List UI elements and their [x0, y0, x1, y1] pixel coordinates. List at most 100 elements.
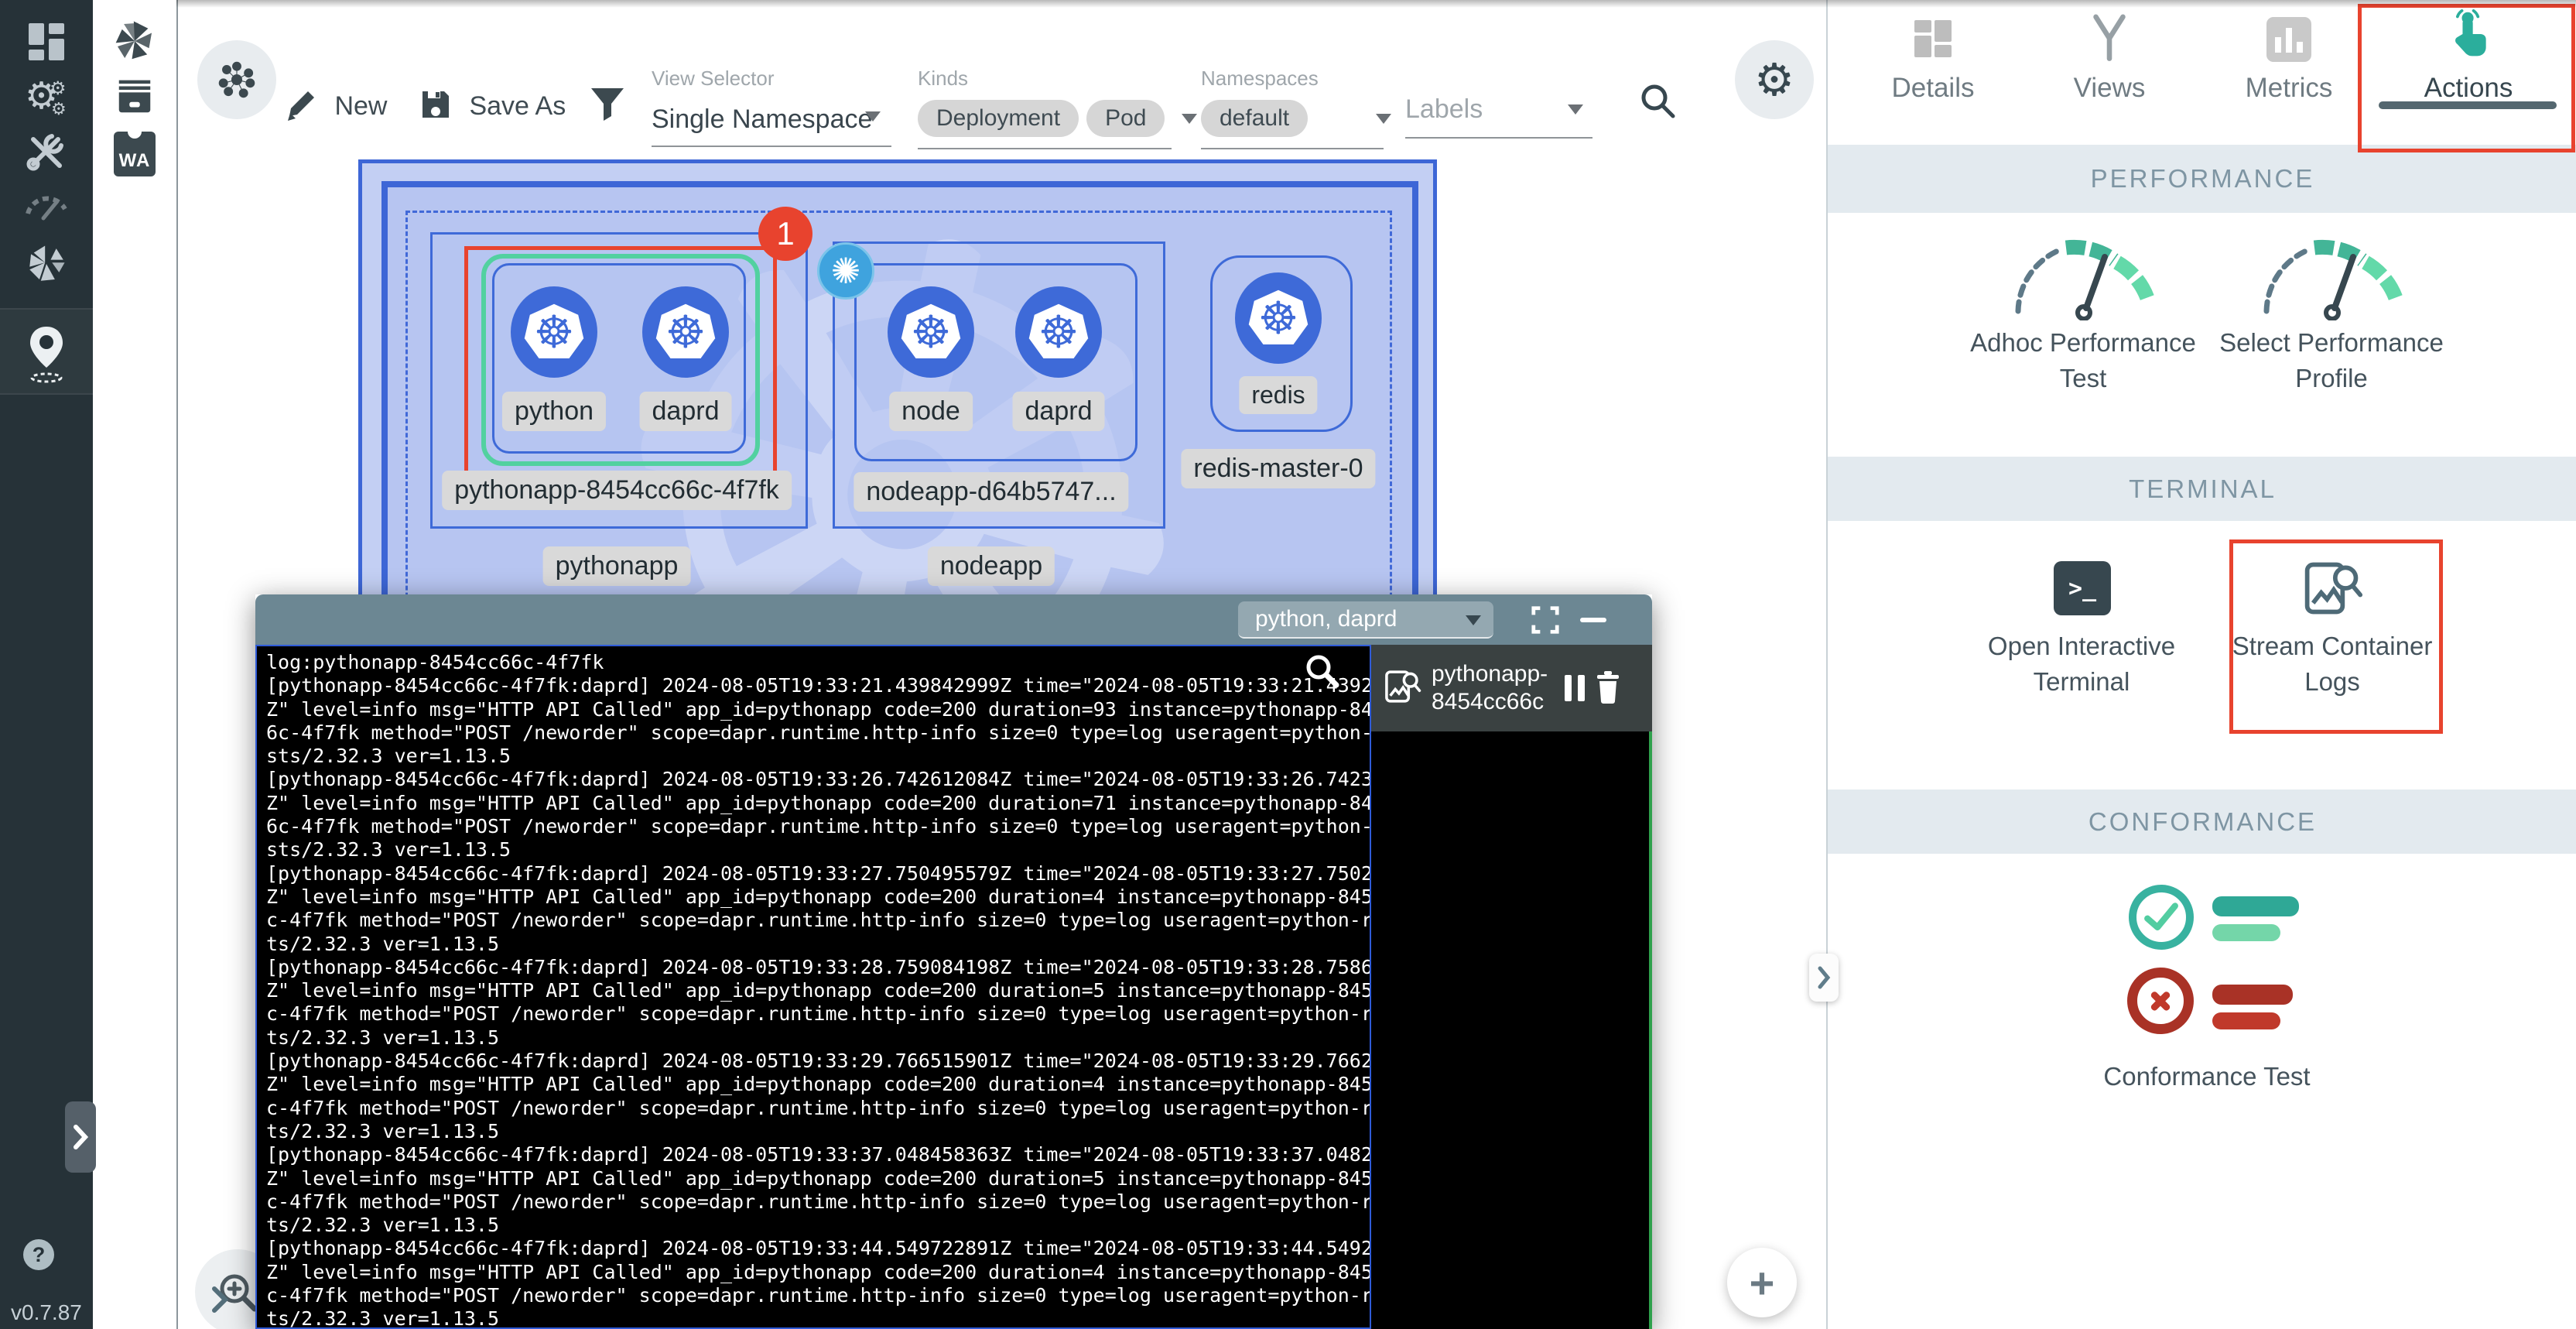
svg-text:⚙: ⚙ — [50, 77, 67, 99]
kubernetes-wheel-icon: ☸ — [534, 310, 574, 355]
container-label: daprd — [640, 392, 732, 431]
log-sessions-panel: pythonapp- 8454cc66c — [1371, 645, 1652, 1329]
log-line: Z" level=info msg="HTTP API Called" app_… — [266, 698, 1360, 721]
workload-name-label: pythonapp — [543, 546, 691, 586]
webassembly-icon[interactable]: WA — [93, 132, 176, 176]
secondary-sidebar-expand-chevron[interactable] — [209, 1285, 231, 1318]
delete-session-icon[interactable] — [1592, 670, 1623, 707]
log-line: Z" level=info msg="HTTP API Called" app_… — [266, 792, 1360, 815]
kubernetes-wheel-icon: ☸ — [665, 310, 706, 355]
search-icon[interactable] — [1637, 80, 1678, 125]
details-grid-icon — [1843, 0, 2023, 62]
pod-name-label: pythonapp-8454cc66c-4f7fk — [442, 471, 792, 510]
pause-stream-icon[interactable] — [1565, 675, 1585, 701]
log-line: 6c-4f7fk method="POST /neworder" scope=d… — [266, 721, 1360, 745]
location-pin-icon[interactable] — [0, 324, 93, 385]
container-label: daprd — [1013, 392, 1105, 431]
log-line: ts/2.32.3 ver=1.13.5 — [266, 1214, 1360, 1237]
metrics-chart-icon — [2199, 0, 2379, 62]
nodeapp-pod-box[interactable] — [854, 263, 1137, 461]
log-line: Z" level=info msg="HTTP API Called" app_… — [266, 979, 1360, 1002]
log-line: [pythonapp-8454cc66c-4f7fk:daprd] 2024-0… — [266, 1143, 1360, 1166]
secondary-sidebar: WA — [93, 0, 178, 1329]
log-line: c-4f7fk method="POST /neworder" scope=da… — [266, 1190, 1360, 1214]
log-output[interactable]: log:pythonapp-8454cc66c-4f7fk [pythonapp-… — [255, 645, 1371, 1329]
chevron-down-icon — [1376, 114, 1391, 124]
visualizer-mode-button[interactable] — [197, 40, 276, 119]
tab-metrics[interactable]: Metrics — [2199, 0, 2379, 124]
log-line: sts/2.32.3 ver=1.13.5 — [266, 838, 1360, 861]
chevron-down-icon — [1182, 114, 1197, 124]
log-line: c-4f7fk method="POST /neworder" scope=da… — [266, 1284, 1360, 1307]
check-circle-icon — [2129, 885, 2194, 950]
minimize-icon[interactable] — [1580, 618, 1606, 622]
log-line: c-4f7fk method="POST /neworder" scope=da… — [266, 909, 1360, 932]
views-y-icon — [2020, 0, 2199, 62]
session-name-line2: 8454cc66c — [1432, 689, 1544, 714]
log-line: [pythonapp-8454cc66c-4f7fk:daprd] 2024-0… — [266, 1237, 1360, 1260]
mesh-pattern-icon[interactable] — [0, 241, 93, 286]
annotation-red-box-3 — [2229, 539, 2443, 734]
archive-inbox-icon[interactable] — [93, 76, 176, 118]
panel-collapse-chevron[interactable] — [1809, 954, 1839, 1002]
chevron-down-icon — [1568, 104, 1583, 115]
log-line: ts/2.32.3 ver=1.13.5 — [266, 933, 1360, 956]
fullscreen-icon[interactable] — [1531, 605, 1560, 639]
log-line: [pythonapp-8454cc66c-4f7fk:daprd] 2024-0… — [266, 862, 1360, 885]
container-selector-dropdown[interactable]: python, daprd — [1238, 601, 1493, 639]
container-label: node — [889, 392, 973, 431]
save-as-button[interactable]: Save As — [418, 87, 566, 126]
conformance-section-header: CONFORMANCE — [1828, 790, 2576, 854]
performance-section-header: PERFORMANCE — [1828, 145, 2576, 213]
details-panel: Details Views Metrics Actions — [1826, 0, 2576, 1329]
kind-chip-pod[interactable]: Pod — [1086, 100, 1165, 137]
add-button[interactable]: + — [1727, 1248, 1797, 1317]
dashboard-icon[interactable] — [0, 20, 93, 65]
log-line: Z" level=info msg="HTTP API Called" app_… — [266, 885, 1360, 909]
log-session-item[interactable]: pythonapp- 8454cc66c — [1371, 645, 1652, 731]
performance-gauge-icon[interactable] — [0, 184, 93, 223]
help-button[interactable]: ? — [23, 1239, 54, 1270]
container-daprd2-icon[interactable]: ☸ — [1015, 286, 1102, 378]
svg-text:⚙: ⚙ — [51, 100, 67, 119]
workload-name-label: nodeapp — [928, 546, 1055, 586]
app-version: v0.7.87 — [11, 1300, 82, 1325]
log-line: ts/2.32.3 ver=1.13.5 — [266, 1307, 1360, 1329]
log-line: Z" level=info msg="HTTP API Called" app_… — [266, 1261, 1360, 1284]
container-daprd-icon[interactable]: ☸ — [642, 286, 729, 378]
open-interactive-terminal-button[interactable]: Open Interactive Terminal — [1988, 629, 2175, 700]
log-line: 6c-4f7fk method="POST /neworder" scope=d… — [266, 815, 1360, 838]
kubernetes-wheel-icon: ☸ — [1038, 310, 1079, 355]
log-line: [pythonapp-8454cc66c-4f7fk:daprd] 2024-0… — [266, 1050, 1360, 1073]
pencil-icon — [283, 87, 319, 126]
terminal-header[interactable]: python, daprd — [255, 594, 1652, 645]
lifecycle-gears-icon[interactable]: ⚙⚙⚙ — [0, 74, 93, 119]
container-redis-icon[interactable]: ☸ — [1235, 272, 1322, 364]
container-node-icon[interactable]: ☸ — [888, 286, 974, 378]
namespace-chip-default[interactable]: default — [1201, 100, 1308, 137]
tab-details[interactable]: Details — [1843, 0, 2023, 124]
log-line: c-4f7fk method="POST /neworder" scope=da… — [266, 1002, 1360, 1026]
gauge-icon — [2006, 231, 2160, 324]
container-python-icon[interactable]: ☸ — [511, 286, 597, 378]
meshery-pinwheel-icon[interactable] — [93, 19, 176, 63]
log-line: sts/2.32.3 ver=1.13.5 — [266, 745, 1360, 768]
conformance-test-label: Conformance Test — [2103, 1059, 2310, 1094]
adhoc-performance-test-button[interactable]: Adhoc Performance Test — [1970, 325, 2196, 396]
settings-gear-button[interactable]: ⚙ — [1735, 40, 1814, 119]
log-search-icon[interactable] — [1302, 650, 1342, 694]
new-button[interactable]: New — [283, 87, 387, 126]
sidebar-expand-tab[interactable] — [65, 1101, 96, 1173]
log-line: log:pythonapp-8454cc66c-4f7fk — [266, 651, 1360, 674]
session-name-line1: pythonapp- — [1432, 661, 1548, 687]
conformance-test-button[interactable]: Conformance Test — [1828, 875, 2576, 1099]
tab-views[interactable]: Views — [2020, 0, 2199, 124]
dapr-spinner-icon: ✺ — [817, 242, 874, 300]
annotation-red-box-2 — [2358, 4, 2575, 152]
filter-funnel-icon[interactable] — [588, 84, 627, 126]
select-performance-profile-button[interactable]: Select Performance Profile — [2219, 325, 2444, 396]
namespaces-field[interactable]: Namespaces default — [1201, 67, 1391, 149]
x-circle-icon — [2127, 968, 2194, 1034]
configuration-tools-icon[interactable] — [0, 130, 93, 173]
labels-field[interactable]: Labels — [1405, 94, 1592, 139]
